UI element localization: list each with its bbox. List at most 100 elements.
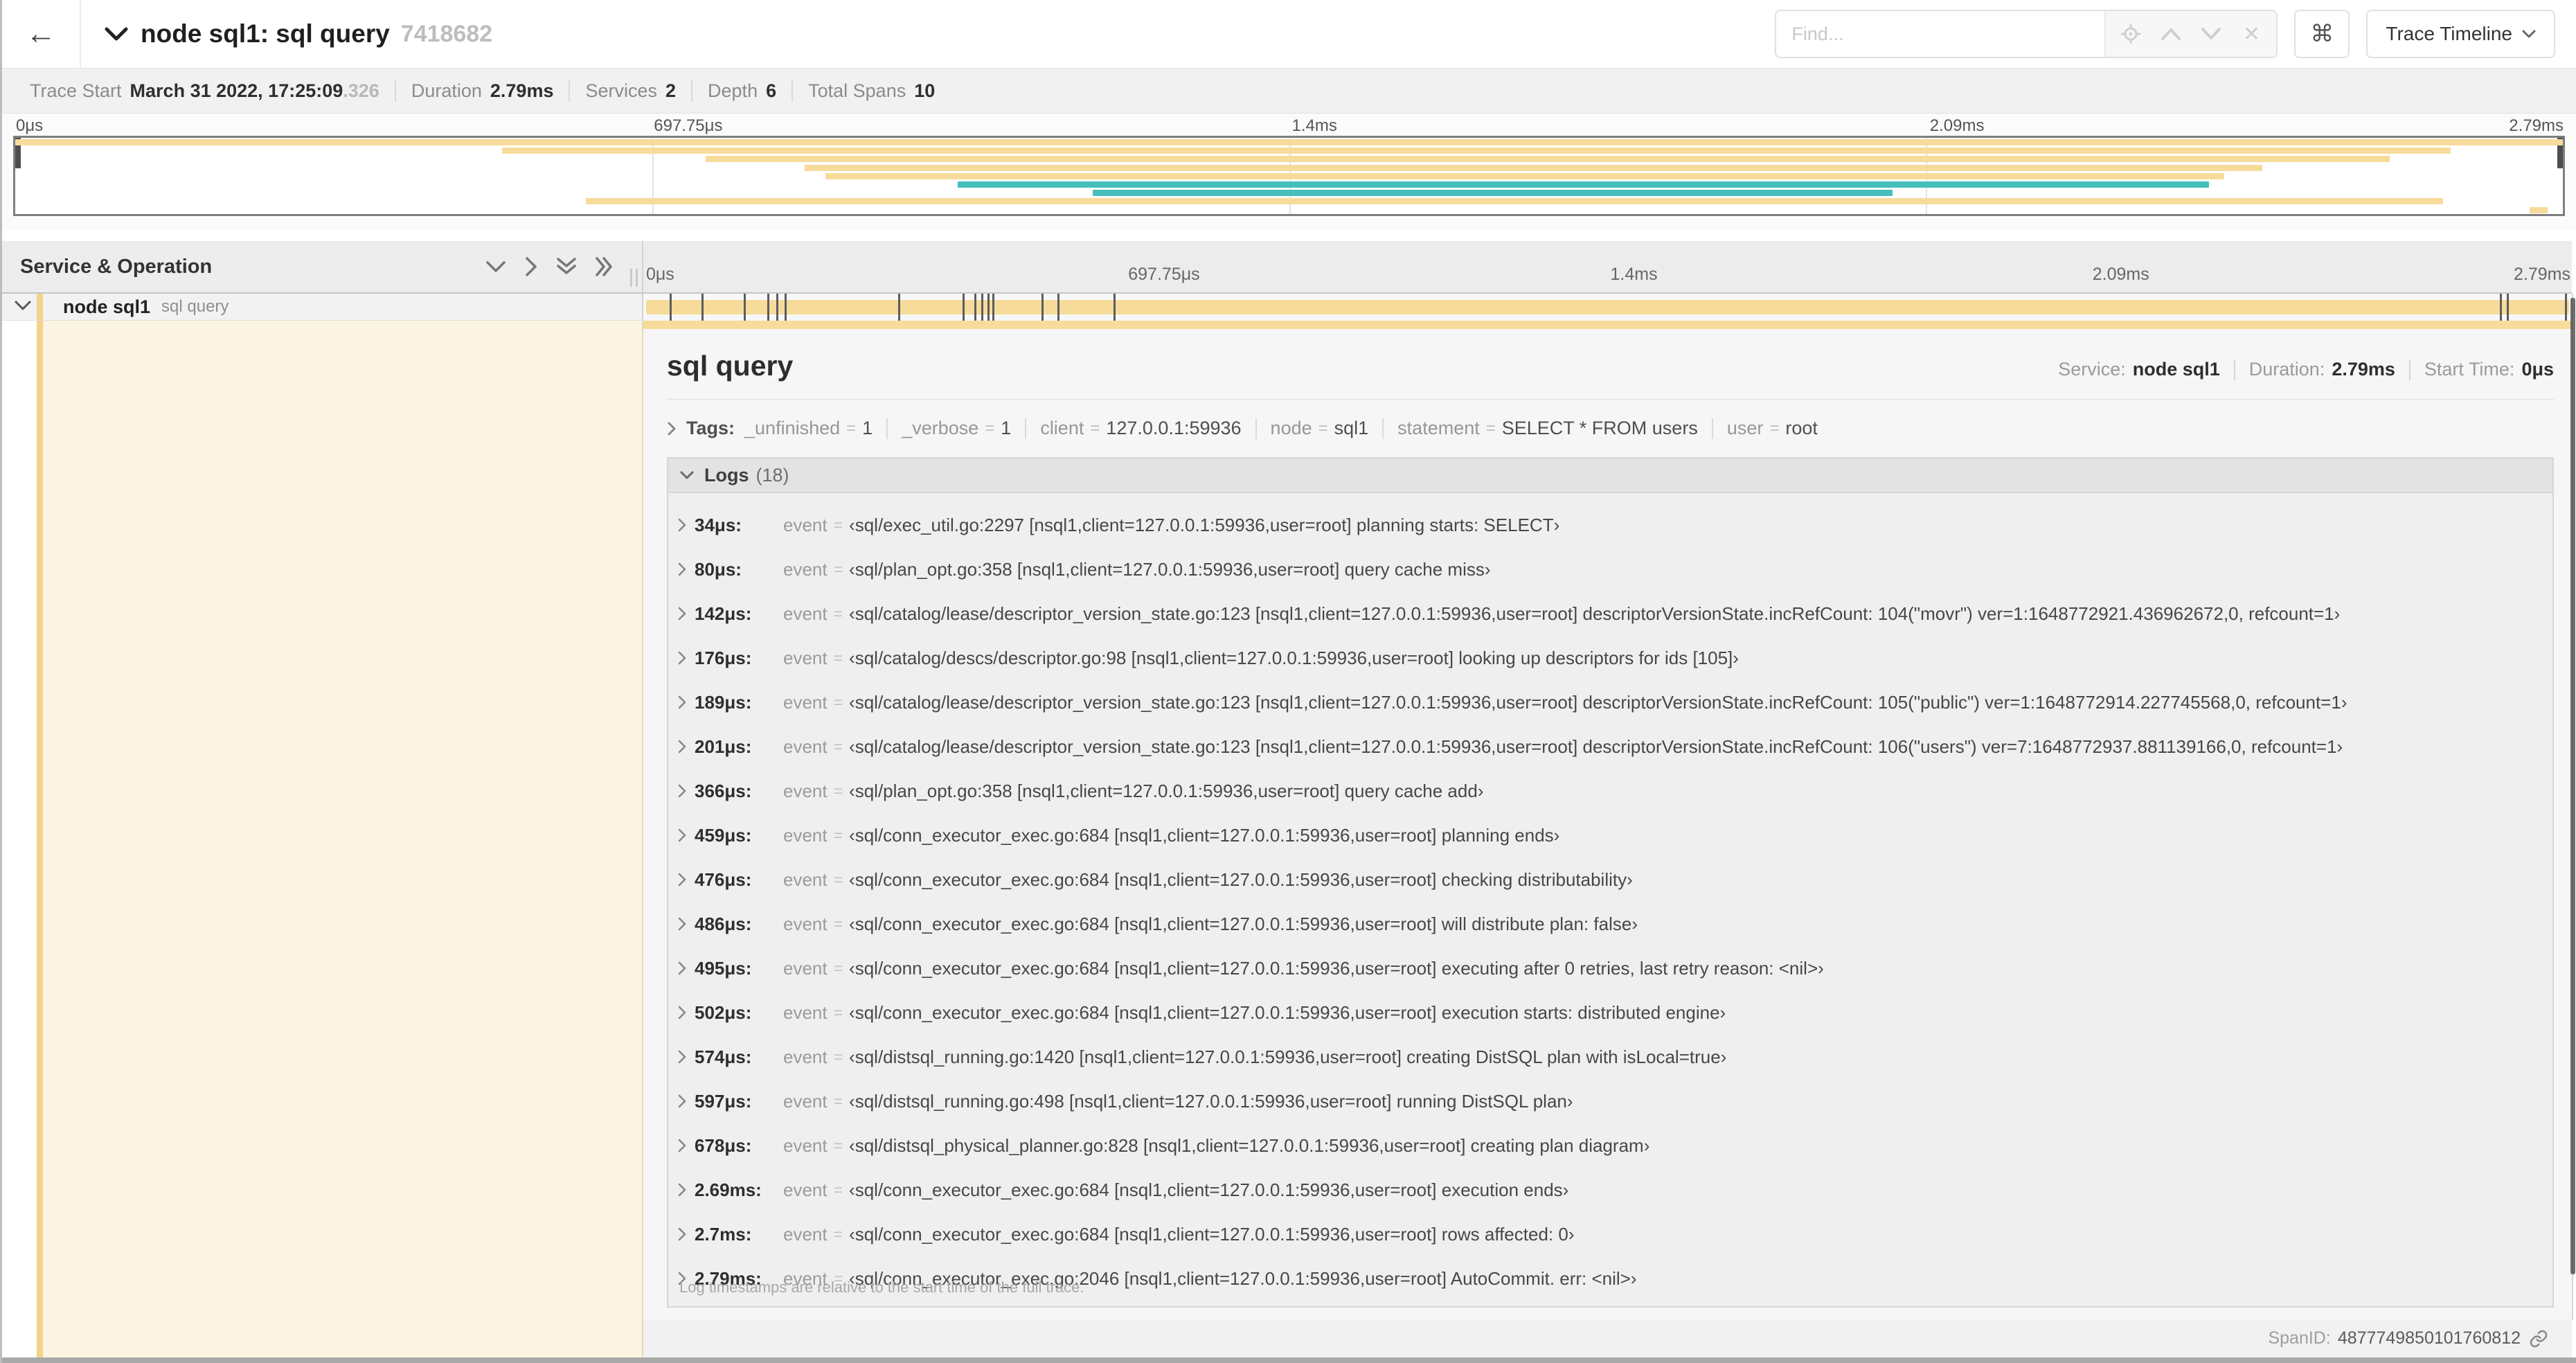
chevron-right-icon[interactable]: [678, 695, 686, 709]
ruler-axis: 0μs 697.75μs 1.4ms 2.09ms 2.79ms: [643, 265, 2572, 285]
log-entry-row[interactable]: 80μs: event = ‹sql/plan_opt.go:358 [nsql1,c…: [668, 547, 2552, 591]
log-marker-tick[interactable]: [767, 294, 770, 321]
log-marker-tick[interactable]: [2565, 294, 2568, 321]
summary-item-label: Depth: [708, 80, 758, 101]
expand-one-icon[interactable]: [524, 256, 538, 277]
keyboard-shortcuts-button[interactable]: ⌘: [2294, 10, 2350, 58]
minimap-span-bar: [825, 172, 2224, 179]
log-marker-tick[interactable]: [987, 294, 990, 321]
log-entry-row[interactable]: 366μs: event = ‹sql/plan_opt.go:358 [nsql1,…: [668, 769, 2552, 813]
expand-all-icon[interactable]: [595, 256, 614, 277]
log-field-key: event: [783, 1001, 828, 1023]
selected-span-bar[interactable]: [643, 321, 2572, 329]
log-field-value: ‹sql/catalog/lease/descriptor_version_st…: [849, 603, 2341, 624]
equals-sign: =: [1485, 418, 1496, 438]
log-marker-tick[interactable]: [898, 294, 901, 321]
span-collapse-chevron-icon[interactable]: [15, 300, 31, 314]
log-field-value: ‹sql/conn_executor_exec.go:684 [nsql1,cl…: [849, 1179, 1569, 1200]
log-entry-row[interactable]: 2.69ms: event = ‹sql/conn_executor_exec.go:…: [668, 1168, 2552, 1212]
collapse-one-icon[interactable]: [485, 260, 506, 274]
chevron-right-icon[interactable]: [678, 1006, 686, 1019]
clear-find-icon[interactable]: ✕: [2233, 16, 2269, 52]
log-marker-tick[interactable]: [776, 294, 779, 321]
chevron-right-icon[interactable]: [678, 1094, 686, 1108]
equals-sign: =: [833, 1224, 843, 1243]
log-timestamp: 486μs:: [695, 913, 752, 934]
log-entry-row[interactable]: 597μs: event = ‹sql/distsql_running.go:498 …: [668, 1079, 2552, 1123]
log-entry-row[interactable]: 476μs: event = ‹sql/conn_executor_exec.go:6…: [668, 857, 2552, 902]
tag-item: user = root: [1727, 418, 1818, 439]
log-marker-tick[interactable]: [744, 294, 746, 321]
log-entry-row[interactable]: 2.7ms: event = ‹sql/conn_executor_exec.go:6…: [668, 1212, 2552, 1256]
column-resizer[interactable]: [630, 269, 638, 287]
chevron-right-icon[interactable]: [678, 1139, 686, 1152]
back-button[interactable]: ←: [2, 0, 81, 68]
find-input[interactable]: [1776, 11, 2105, 57]
collapse-all-icon[interactable]: [556, 257, 577, 276]
span-detail-title: sql query: [667, 350, 794, 382]
log-marker-tick[interactable]: [701, 294, 704, 321]
chevron-right-icon[interactable]: [678, 917, 686, 931]
log-entry-row[interactable]: 142μs: event = ‹sql/catalog/lease/descripto…: [668, 591, 2552, 636]
chevron-right-icon[interactable]: [678, 828, 686, 842]
log-marker-tick[interactable]: [670, 294, 672, 321]
chevron-right-icon[interactable]: [678, 1227, 686, 1241]
chevron-right-icon[interactable]: [678, 740, 686, 754]
locate-icon[interactable]: [2113, 16, 2149, 52]
log-entry-row[interactable]: 201μs: event = ‹sql/catalog/lease/descripto…: [668, 724, 2552, 769]
log-marker-tick[interactable]: [974, 294, 976, 321]
log-marker-tick[interactable]: [1057, 294, 1060, 321]
span-row-name-cell[interactable]: node sql1 sql query: [2, 294, 643, 321]
trace-id: 7418682: [400, 20, 493, 47]
minimap-canvas[interactable]: [13, 136, 2565, 216]
chevron-right-icon[interactable]: [678, 518, 686, 532]
chevron-right-icon[interactable]: [678, 651, 686, 665]
log-marker-tick[interactable]: [1113, 294, 1116, 321]
chevron-right-icon[interactable]: [678, 607, 686, 621]
summary-item: Duration 2.79ms: [394, 80, 569, 102]
tags-section[interactable]: Tags: _unfinished = 1 _verbose = 1 client = 127.…: [667, 418, 2554, 439]
log-entry-row[interactable]: 502μs: event = ‹sql/conn_executor_exec.go:6…: [668, 990, 2552, 1035]
expand-collapse-controls: [485, 256, 614, 277]
log-marker-tick[interactable]: [2500, 294, 2503, 321]
chevron-right-icon[interactable]: [678, 873, 686, 887]
log-field-value: ‹sql/catalog/lease/descriptor_version_st…: [849, 691, 2347, 713]
span-duration-bar[interactable]: [646, 294, 2569, 321]
log-entry-row[interactable]: 176μs: event = ‹sql/catalog/descs/descripto…: [668, 636, 2552, 680]
minimap-axis-label: 2.79ms: [2509, 116, 2564, 135]
tag-key: node: [1270, 418, 1312, 438]
next-result-icon[interactable]: [2193, 16, 2229, 52]
tag-value: 127.0.0.1:59936: [1106, 418, 1242, 438]
log-marker-tick[interactable]: [785, 294, 787, 321]
divider: [2408, 359, 2410, 380]
span-id-value: 4877749850101760812: [2337, 1328, 2521, 1348]
log-marker-tick[interactable]: [2507, 294, 2510, 321]
log-marker-tick[interactable]: [962, 294, 965, 321]
chevron-right-icon[interactable]: [678, 1050, 686, 1064]
minimap-axis-label: 697.75μs: [654, 116, 723, 135]
equals-sign: =: [833, 1047, 843, 1066]
log-entry-row[interactable]: 495μs: event = ‹sql/conn_executor_exec.go:6…: [668, 946, 2552, 990]
chevron-right-icon[interactable]: [678, 562, 686, 576]
log-entry-row[interactable]: 189μs: event = ‹sql/catalog/lease/descripto…: [668, 680, 2552, 724]
log-entry-row[interactable]: 678μs: event = ‹sql/distsql_physical_planne…: [668, 1123, 2552, 1168]
logs-header[interactable]: Logs (18): [668, 458, 2552, 493]
chevron-right-icon[interactable]: [678, 961, 686, 975]
chevron-right-icon[interactable]: [678, 1183, 686, 1197]
log-entry-row[interactable]: 486μs: event = ‹sql/conn_executor_exec.go:6…: [668, 902, 2552, 946]
prev-result-icon[interactable]: [2153, 16, 2189, 52]
view-selector-button[interactable]: Trace Timeline: [2366, 10, 2555, 58]
scrollbar-thumb[interactable]: [2570, 298, 2575, 1274]
log-entry-row[interactable]: 34μs: event = ‹sql/exec_util.go:2297 [nsql1…: [668, 503, 2552, 547]
title-chevron-down-icon[interactable]: [105, 26, 128, 42]
log-entry-row[interactable]: 574μs: event = ‹sql/distsql_running.go:1420…: [668, 1035, 2552, 1079]
log-field-key: event: [783, 514, 828, 535]
summary-item-value: 2: [665, 80, 677, 101]
log-marker-tick[interactable]: [992, 294, 994, 321]
span-row-bar-cell: [643, 294, 2572, 321]
log-marker-tick[interactable]: [981, 294, 983, 321]
log-marker-tick[interactable]: [1041, 294, 1044, 321]
chevron-right-icon[interactable]: [678, 784, 686, 798]
log-entry-row[interactable]: 459μs: event = ‹sql/conn_executor_exec.go:6…: [668, 813, 2552, 857]
copy-link-icon[interactable]: [2529, 1329, 2548, 1348]
